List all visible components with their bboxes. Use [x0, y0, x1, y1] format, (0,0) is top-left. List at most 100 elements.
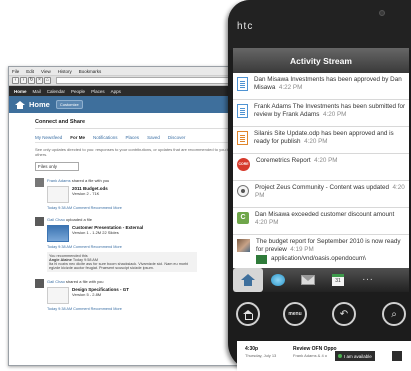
event-title[interactable]: Review OFN Oppo Frank Adams & 4 o	[293, 346, 337, 358]
file-meta: Version 5 - 2.8M	[72, 292, 102, 297]
hardware-home-button[interactable]	[236, 302, 260, 326]
status-dot-icon	[338, 354, 342, 358]
menu-bookmarks[interactable]: Bookmarks	[79, 69, 102, 74]
menu-edit[interactable]: Edit	[26, 69, 34, 74]
status-text: I am available	[344, 353, 372, 359]
stream-item-time: 4:20 PM	[304, 138, 328, 146]
app-nav-calendar[interactable]: Calendar	[47, 89, 65, 94]
post-actions[interactable]: Today 9:38 AM Comment Recommend More	[47, 307, 129, 311]
stream-item-text: Dan Misawa Investments has been approved…	[254, 76, 402, 92]
feed-hint: See only updates directed to you: respon…	[35, 147, 231, 157]
stream-item[interactable]: Project Zeus Community - Content was upd…	[233, 181, 409, 208]
hardware-search-button[interactable]: ⌕	[382, 302, 406, 326]
app-nav-people[interactable]: People	[71, 89, 85, 94]
app-nav-places[interactable]: Places	[91, 89, 105, 94]
post-author[interactable]: Gail Chao	[47, 217, 65, 222]
post-author[interactable]: Frank Adams	[47, 178, 71, 183]
event-date: Thursday, July 13	[245, 353, 277, 358]
stream-item[interactable]: CORE Coremetrics Report 4:20 PM	[233, 154, 409, 181]
stream-item-time: 4:20 PM	[322, 111, 347, 119]
phone-screen: Activity Stream Dan Misawa Investments h…	[233, 48, 409, 292]
stream-item-text: Project Zeus Community - Content was upd…	[255, 184, 390, 191]
hardware-menu-button[interactable]: menu	[283, 302, 307, 326]
forward-icon[interactable]: ›	[20, 77, 27, 84]
file-meta: Version 2 - 71K	[72, 191, 100, 196]
stream-item-time: 4:20 PM	[314, 157, 338, 164]
spreadsheet-icon	[256, 254, 267, 264]
activity-stream-header: Activity Stream	[233, 48, 409, 73]
post-action: shared a file with you	[71, 178, 110, 183]
back-arrow-icon: ↶	[339, 308, 349, 320]
tab-saved[interactable]: Saved	[147, 135, 160, 140]
comment-text: Ita hi noziw nec dicite ass for sure boo…	[49, 262, 189, 270]
event-time-value: 4:30p	[245, 346, 259, 352]
file-thumbnail[interactable]	[47, 186, 69, 203]
stream-item-text: The budget report for September 2010 is …	[256, 238, 401, 254]
event-name[interactable]: Review OFN Oppo	[293, 346, 337, 352]
front-camera-icon	[379, 10, 385, 16]
chat-icon	[271, 274, 285, 286]
tab-places[interactable]: Places	[126, 135, 140, 140]
filter-select[interactable]: Files only	[35, 162, 79, 171]
app-nav-home[interactable]: Home	[14, 89, 27, 94]
avatar[interactable]	[35, 217, 44, 226]
stop-icon[interactable]: ×	[36, 77, 43, 84]
home-icon	[241, 274, 255, 286]
comment-box: You recommended this Angie Alaine Today …	[47, 252, 197, 272]
menu-history[interactable]: History	[58, 69, 72, 74]
stream-item[interactable]: Dan Misawa Investments has been approved…	[233, 73, 409, 100]
dock-mail[interactable]	[293, 268, 323, 292]
search-icon: ⌕	[391, 308, 397, 320]
phone-top-bezel	[228, 0, 411, 50]
dock-chat[interactable]	[263, 268, 293, 292]
core-logo-icon: CORE	[237, 158, 250, 171]
app-nav-apps[interactable]: Apps	[111, 89, 121, 94]
back-icon[interactable]: ‹	[12, 77, 19, 84]
avatar[interactable]	[35, 279, 44, 288]
chat-popout-icon[interactable]	[392, 351, 402, 361]
event-attendees: Frank Adams & 4 o	[293, 353, 328, 358]
dock-more[interactable]: ...	[353, 268, 383, 292]
post-actions[interactable]: Today 9:38 AM Comment Recommend More	[47, 206, 122, 210]
stream-item-text: Coremetrics Report	[256, 157, 311, 164]
stream-item[interactable]: Frank Adams The Investments has been sub…	[233, 100, 409, 127]
calendar-strip: 4:30p Thursday, July 13 Review OFN Oppo …	[237, 341, 411, 371]
calendar-icon: 31	[332, 274, 344, 286]
menu-view[interactable]: View	[41, 69, 51, 74]
app-nav-mail[interactable]: Mail	[33, 89, 41, 94]
tab-notifications[interactable]: Notifications	[93, 135, 118, 140]
file-meta: Version 1 - 1.2M 22 Slides	[72, 230, 119, 235]
file-thumbnail[interactable]	[47, 287, 69, 304]
stream-item[interactable]: C Dan Misawa exceeded customer discount …	[233, 208, 409, 235]
tab-discover[interactable]: Discover	[168, 135, 186, 140]
file-thumbnail[interactable]	[47, 225, 69, 242]
stream-item-time: 4:19 PM	[290, 246, 314, 254]
post-action: shared a file with you	[65, 279, 104, 284]
customize-button[interactable]: Customize	[55, 100, 83, 109]
post-action: uploaded a file	[65, 217, 92, 222]
menu-file[interactable]: File	[12, 69, 19, 74]
attachment-name[interactable]: application/vnd/oasis.opendocum\	[271, 255, 366, 263]
connections-icon: C	[237, 212, 249, 224]
hardware-back-button[interactable]: ↶	[332, 302, 356, 326]
stream-item-time: 4:20 PM	[255, 219, 279, 227]
stream-item-text: Dan Misawa exceeded customer discount am…	[255, 211, 395, 218]
dock-home[interactable]	[233, 268, 263, 292]
hardware-buttons: menu ↶ ⌕	[228, 296, 411, 336]
page-title: Home	[29, 100, 50, 109]
reload-icon[interactable]: ↻	[28, 77, 35, 84]
availability-status[interactable]: I am available	[335, 351, 375, 361]
tab-for-me[interactable]: For Me	[70, 135, 85, 140]
presentation-icon	[237, 131, 248, 145]
stream-item[interactable]: Silanis Site Update.odp has been approve…	[233, 127, 409, 154]
home-icon	[15, 100, 25, 109]
user-photo-icon	[237, 239, 250, 252]
dock-calendar[interactable]: 31	[323, 268, 353, 292]
tab-my-newsfeed[interactable]: My Newsfeed	[35, 135, 62, 140]
browser-home-icon[interactable]: ⌂	[44, 77, 51, 84]
post-author[interactable]: Gail Chao	[47, 279, 65, 284]
document-icon	[237, 104, 248, 118]
community-icon	[237, 185, 249, 197]
avatar[interactable]	[35, 178, 44, 187]
post-actions[interactable]: Today 9:38 AM Comment Recommend More	[47, 245, 197, 249]
